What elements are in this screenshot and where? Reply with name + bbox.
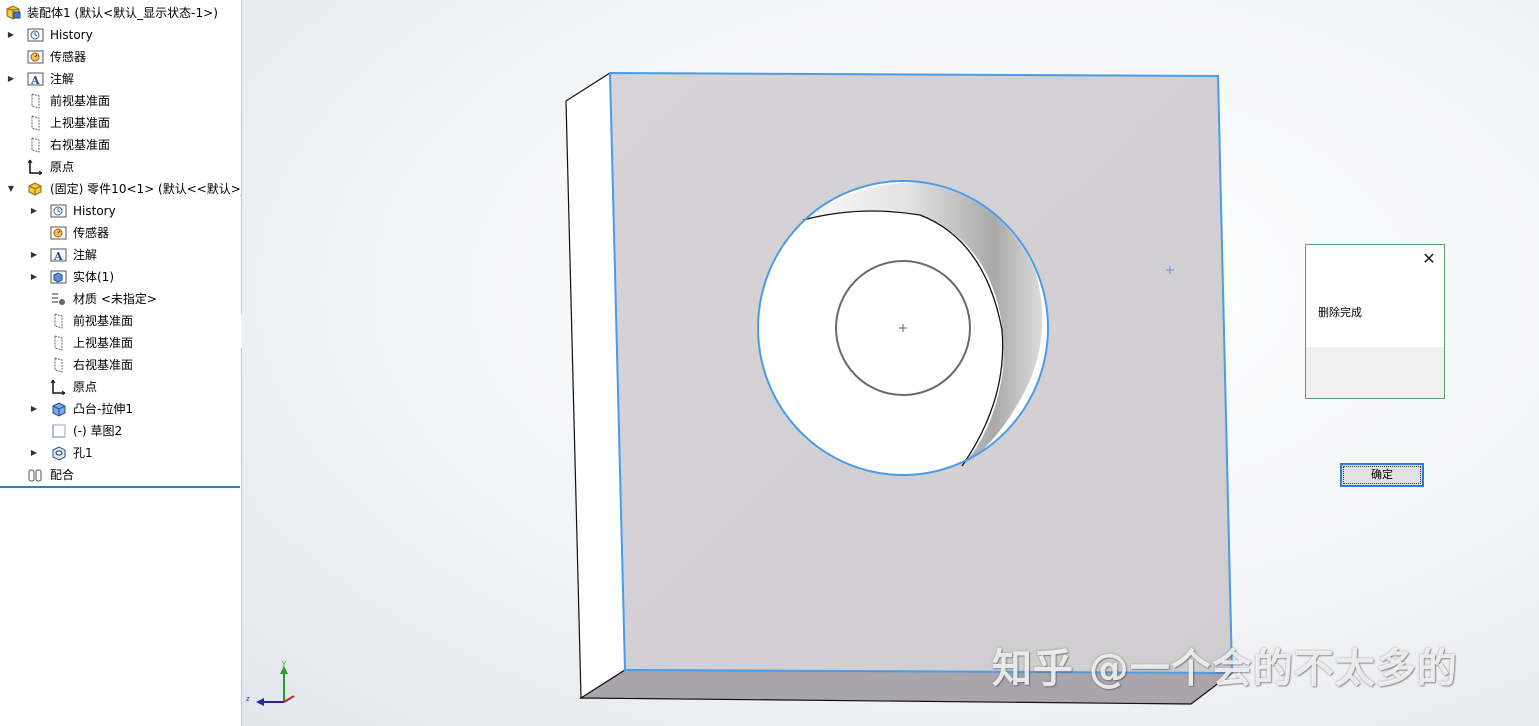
tree-separator (0, 486, 240, 488)
tree-item[interactable]: 原点 (0, 376, 241, 398)
tree-item-label: 材质 <未指定> (73, 292, 157, 306)
dialog-message: 删除完成 (1318, 306, 1362, 319)
plane-icon (54, 357, 63, 373)
watermark-text: 知乎 @一个会的不太多的 (992, 646, 1458, 692)
plane-icon (54, 335, 63, 351)
sketch-icon (52, 424, 66, 438)
tree-item[interactable]: ▼ (固定) 零件10<1> (默认<<默认>_显 (0, 178, 241, 200)
solid-body-icon (50, 270, 67, 284)
svg-text:A: A (53, 250, 63, 263)
history-icon (27, 28, 44, 42)
tree-item-label: History (73, 204, 116, 218)
annotation-icon: A (27, 72, 44, 87)
tree-item-label: 上视基准面 (50, 116, 111, 130)
tree-item-label: 注解 (50, 72, 75, 86)
part-icon (28, 182, 42, 196)
tree-item-label: 前视基准面 (50, 94, 111, 108)
expand-arrow-icon[interactable]: ▶ (29, 244, 39, 266)
extrude-icon (52, 402, 66, 417)
tree-item[interactable]: 上视基准面 (0, 332, 241, 354)
tree-item[interactable]: 上视基准面 (0, 112, 241, 134)
tree-item[interactable]: ▶ 实体(1) (0, 266, 241, 288)
tree-item[interactable]: ▶ 孔1 (0, 442, 241, 464)
expand-arrow-icon[interactable]: ▶ (29, 200, 39, 222)
origin-icon (50, 379, 66, 395)
plane-icon (31, 115, 40, 131)
dialog-footer: 确定 (1306, 347, 1444, 487)
tree-item-label: 上视基准面 (73, 336, 134, 350)
ok-button[interactable]: 确定 (1340, 463, 1424, 487)
plane-icon (54, 313, 63, 329)
tree-item-label: History (50, 28, 93, 42)
feature-manager-tree: 装配体1 (默认<默认_显示状态-1>) ▶ History 传感器 ▶ A 注解 前视基准… (0, 0, 242, 726)
expand-arrow-icon[interactable]: ▶ (6, 68, 16, 90)
tree-item-label: 原点 (50, 160, 75, 174)
mates-icon (28, 469, 42, 482)
tree-item-label: 右视基准面 (73, 358, 134, 372)
close-icon[interactable]: ✕ (1420, 250, 1438, 268)
message-dialog: ✕ 删除完成 确定 (1305, 244, 1445, 487)
tree-item-label: 注解 (73, 248, 98, 262)
tree-item-label: 实体(1) (73, 270, 114, 284)
svg-text:A: A (30, 74, 40, 87)
tree-item[interactable]: 传感器 (0, 46, 241, 68)
tree-item-label: 凸台-拉伸1 (73, 402, 133, 416)
tree-item[interactable]: 右视基准面 (0, 354, 241, 376)
origin-icon (27, 159, 43, 175)
tree-item[interactable]: ▶ A 注解 (0, 244, 241, 266)
tree-item-label: (固定) 零件10<1> (默认<<默认>_显 (50, 182, 242, 196)
expand-arrow-icon[interactable]: ▶ (29, 266, 39, 288)
tree-item[interactable]: 右视基准面 (0, 134, 241, 156)
tree-item-label: 配合 (50, 468, 75, 482)
expand-arrow-icon[interactable]: ▶ (29, 398, 39, 420)
tree-item[interactable]: 前视基准面 (0, 90, 241, 112)
tree-item-label: (-) 草图2 (73, 424, 123, 438)
svg-text:z: z (246, 695, 250, 703)
sensor-icon (27, 50, 44, 64)
tree-item[interactable]: ▶ History (0, 200, 241, 222)
tree-item-label: 传感器 (73, 226, 110, 240)
annotation-icon: A (50, 248, 67, 263)
tree-item-label: 前视基准面 (73, 314, 134, 328)
tree-root-label: 装配体1 (默认<默认_显示状态-1>) (27, 6, 218, 20)
plane-icon (31, 93, 40, 109)
material-icon (52, 293, 65, 305)
reference-triad: y z (246, 659, 295, 706)
collapse-arrow-icon[interactable]: ▼ (6, 178, 16, 200)
tree-item[interactable]: ▶ 凸台-拉伸1 (0, 398, 241, 420)
tree-item-label: 孔1 (73, 446, 93, 460)
tree-item-label: 传感器 (50, 50, 87, 64)
tree-item-label: 右视基准面 (50, 138, 111, 152)
tree-item[interactable]: ▶ History (0, 24, 241, 46)
tree-item[interactable]: ▶ A 注解 (0, 68, 241, 90)
tree-item[interactable]: 前视基准面 (0, 310, 241, 332)
assembly-icon (6, 5, 21, 20)
expand-arrow-icon[interactable]: ▶ (6, 24, 16, 46)
svg-text:y: y (282, 659, 286, 667)
sensor-icon (50, 226, 67, 240)
history-icon (50, 204, 67, 218)
plane-icon (31, 137, 40, 153)
expand-arrow-icon[interactable]: ▶ (29, 442, 39, 464)
tree-item[interactable]: 配合 (0, 464, 241, 486)
tree-item-label: 原点 (73, 380, 98, 394)
hole-icon (52, 446, 66, 461)
tree-item[interactable]: (-) 草图2 (0, 420, 241, 442)
tree-item[interactable]: 原点 (0, 156, 241, 178)
tree-item[interactable]: 传感器 (0, 222, 241, 244)
tree-item[interactable]: 材质 <未指定> (0, 288, 241, 310)
